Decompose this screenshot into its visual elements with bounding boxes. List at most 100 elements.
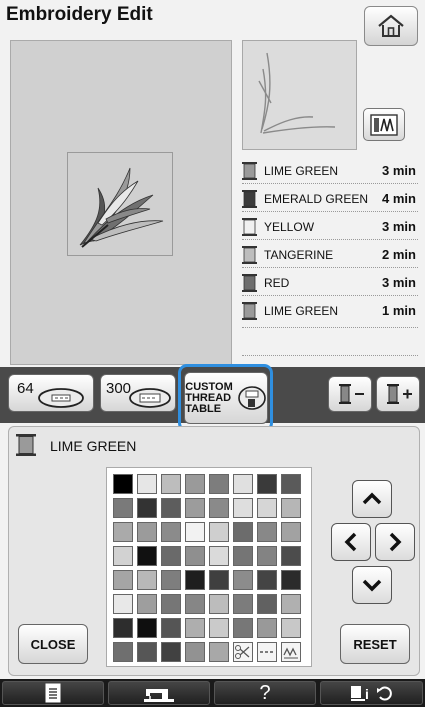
stitch-swatch[interactable] xyxy=(281,642,301,662)
color-swatch[interactable] xyxy=(281,570,301,590)
color-swatch[interactable] xyxy=(113,594,133,614)
color-swatch[interactable] xyxy=(185,546,205,566)
divider xyxy=(242,267,418,268)
color-swatch[interactable] xyxy=(113,618,133,638)
chevron-up-icon xyxy=(362,492,382,505)
color-swatch[interactable] xyxy=(185,522,205,542)
arrow-right-button[interactable] xyxy=(375,523,415,561)
sewing-machine-button[interactable] xyxy=(108,681,210,705)
color-swatch[interactable] xyxy=(281,522,301,542)
color-swatch[interactable] xyxy=(257,618,277,638)
thread-row: LIME GREEN 3 min xyxy=(242,160,418,182)
color-swatch[interactable] xyxy=(209,642,229,662)
document-button[interactable] xyxy=(2,681,104,705)
color-swatch[interactable] xyxy=(113,522,133,542)
color-swatch[interactable] xyxy=(281,546,301,566)
color-swatch[interactable] xyxy=(185,594,205,614)
color-swatch[interactable] xyxy=(209,570,229,590)
home-icon xyxy=(378,14,404,37)
color-swatch[interactable] xyxy=(281,474,301,494)
settings-button[interactable]: i xyxy=(320,681,423,705)
divider xyxy=(242,183,418,184)
color-swatch[interactable] xyxy=(233,594,253,614)
color-swatch[interactable] xyxy=(113,642,133,662)
color-swatch[interactable] xyxy=(185,474,205,494)
color-swatch[interactable] xyxy=(137,570,157,590)
color-swatch[interactable] xyxy=(161,618,181,638)
color-swatch[interactable] xyxy=(161,522,181,542)
color-swatch[interactable] xyxy=(137,618,157,638)
arrow-left-button[interactable] xyxy=(331,523,371,561)
palette-64-button[interactable]: 64 xyxy=(8,374,94,412)
color-swatch[interactable] xyxy=(137,474,157,494)
color-swatch[interactable] xyxy=(233,474,253,494)
dashes-swatch[interactable] xyxy=(257,642,277,662)
floral-design-image xyxy=(79,167,164,248)
color-swatch[interactable] xyxy=(161,498,181,518)
color-swatch[interactable] xyxy=(185,498,205,518)
color-swatch[interactable] xyxy=(209,522,229,542)
color-swatch[interactable] xyxy=(257,522,277,542)
palette-300-button[interactable]: 300 xyxy=(100,374,176,412)
custom-thread-table-button[interactable]: CUSTOM THREAD TABLE xyxy=(184,372,268,424)
design-thumbnail xyxy=(242,40,357,150)
color-swatch[interactable] xyxy=(233,498,253,518)
thread-spool-icon xyxy=(242,246,257,264)
thread-display-button[interactable] xyxy=(363,108,405,141)
arrow-up-button[interactable] xyxy=(352,480,392,518)
thread-name: RED xyxy=(264,276,290,290)
color-swatch[interactable] xyxy=(257,474,277,494)
color-swatch[interactable] xyxy=(113,474,133,494)
color-swatch[interactable] xyxy=(161,474,181,494)
color-swatch[interactable] xyxy=(113,570,133,590)
color-swatch[interactable] xyxy=(113,546,133,566)
color-swatch[interactable] xyxy=(209,594,229,614)
color-swatch[interactable] xyxy=(137,642,157,662)
thread-row: RED 3 min xyxy=(242,272,418,294)
color-swatch[interactable] xyxy=(281,594,301,614)
color-swatch[interactable] xyxy=(257,594,277,614)
color-swatch[interactable] xyxy=(233,618,253,638)
color-swatch[interactable] xyxy=(257,498,277,518)
color-palette-grid xyxy=(106,467,312,667)
color-swatch[interactable] xyxy=(161,546,181,566)
color-swatch[interactable] xyxy=(185,642,205,662)
thread-spool-icon xyxy=(242,190,257,208)
selected-thread-name: LIME GREEN xyxy=(50,438,137,454)
arrow-down-button[interactable] xyxy=(352,566,392,604)
color-swatch[interactable] xyxy=(161,594,181,614)
color-swatch[interactable] xyxy=(233,522,253,542)
color-swatch[interactable] xyxy=(281,498,301,518)
scissors-swatch[interactable] xyxy=(233,642,253,662)
color-swatch[interactable] xyxy=(161,570,181,590)
color-swatch[interactable] xyxy=(113,498,133,518)
color-swatch[interactable] xyxy=(209,474,229,494)
color-swatch[interactable] xyxy=(233,546,253,566)
color-swatch[interactable] xyxy=(209,498,229,518)
color-swatch[interactable] xyxy=(137,498,157,518)
color-swatch[interactable] xyxy=(185,618,205,638)
thread-minus-button[interactable] xyxy=(328,376,372,412)
home-button[interactable] xyxy=(364,6,418,46)
color-swatch[interactable] xyxy=(233,570,253,590)
color-swatch[interactable] xyxy=(137,594,157,614)
color-swatch[interactable] xyxy=(185,570,205,590)
thread-spool-icon xyxy=(242,162,257,180)
color-swatch[interactable] xyxy=(209,618,229,638)
document-icon xyxy=(45,683,61,703)
thread-spool-display-icon xyxy=(370,113,398,136)
color-swatch[interactable] xyxy=(137,522,157,542)
color-swatch[interactable] xyxy=(257,546,277,566)
color-swatch[interactable] xyxy=(281,618,301,638)
stitch-icon xyxy=(283,647,298,659)
color-swatch[interactable] xyxy=(161,642,181,662)
thread-row: TANGERINE 2 min xyxy=(242,244,418,266)
reset-button[interactable]: RESET xyxy=(340,624,410,664)
color-swatch[interactable] xyxy=(137,546,157,566)
thread-plus-button[interactable] xyxy=(376,376,420,412)
close-button[interactable]: CLOSE xyxy=(18,624,88,664)
color-swatch[interactable] xyxy=(209,546,229,566)
color-swatch[interactable] xyxy=(257,570,277,590)
help-button[interactable]: ? xyxy=(214,681,316,705)
thread-time: 3 min xyxy=(382,219,416,234)
